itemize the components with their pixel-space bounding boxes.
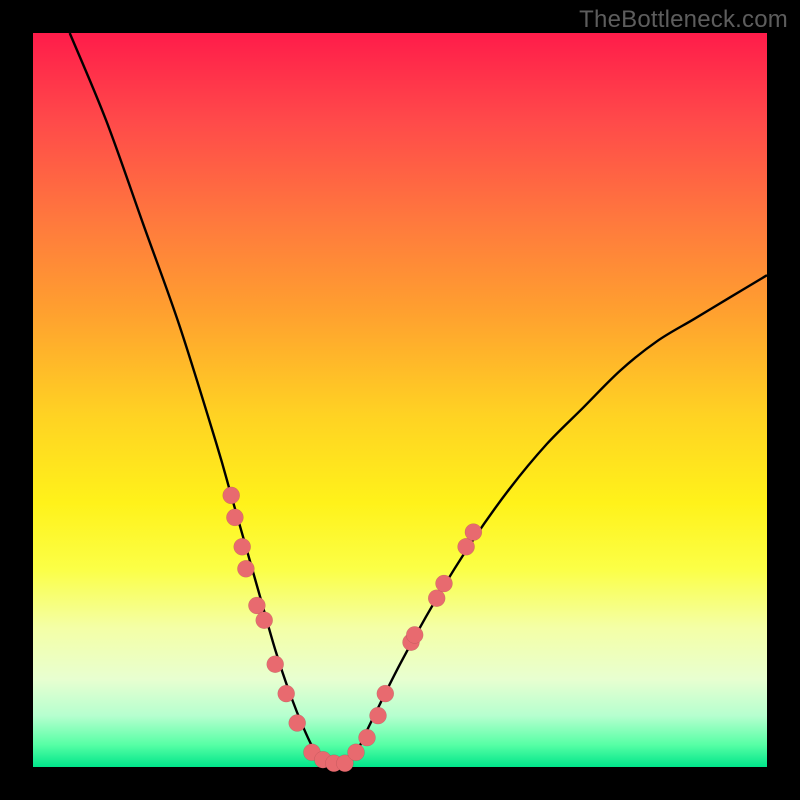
data-dot bbox=[359, 729, 376, 746]
data-dot bbox=[223, 487, 240, 504]
chart-svg bbox=[33, 33, 767, 767]
chart-plot-area bbox=[33, 33, 767, 767]
data-dot bbox=[267, 656, 284, 673]
data-dot bbox=[436, 575, 453, 592]
data-dot bbox=[458, 538, 475, 555]
watermark-text: TheBottleneck.com bbox=[579, 6, 788, 34]
data-dot bbox=[289, 715, 306, 732]
data-dot bbox=[248, 597, 265, 614]
data-dot bbox=[428, 590, 445, 607]
bottleneck-curve-path bbox=[70, 33, 767, 765]
data-dot bbox=[348, 744, 365, 761]
data-dot bbox=[370, 707, 387, 724]
data-dot bbox=[465, 524, 482, 541]
data-dot bbox=[256, 612, 273, 629]
chart-frame: TheBottleneck.com bbox=[0, 0, 800, 800]
data-dot bbox=[406, 626, 423, 643]
data-dots-group bbox=[223, 487, 482, 772]
data-dot bbox=[234, 538, 251, 555]
data-dot bbox=[237, 560, 254, 577]
data-dot bbox=[377, 685, 394, 702]
data-dot bbox=[226, 509, 243, 526]
data-dot bbox=[278, 685, 295, 702]
